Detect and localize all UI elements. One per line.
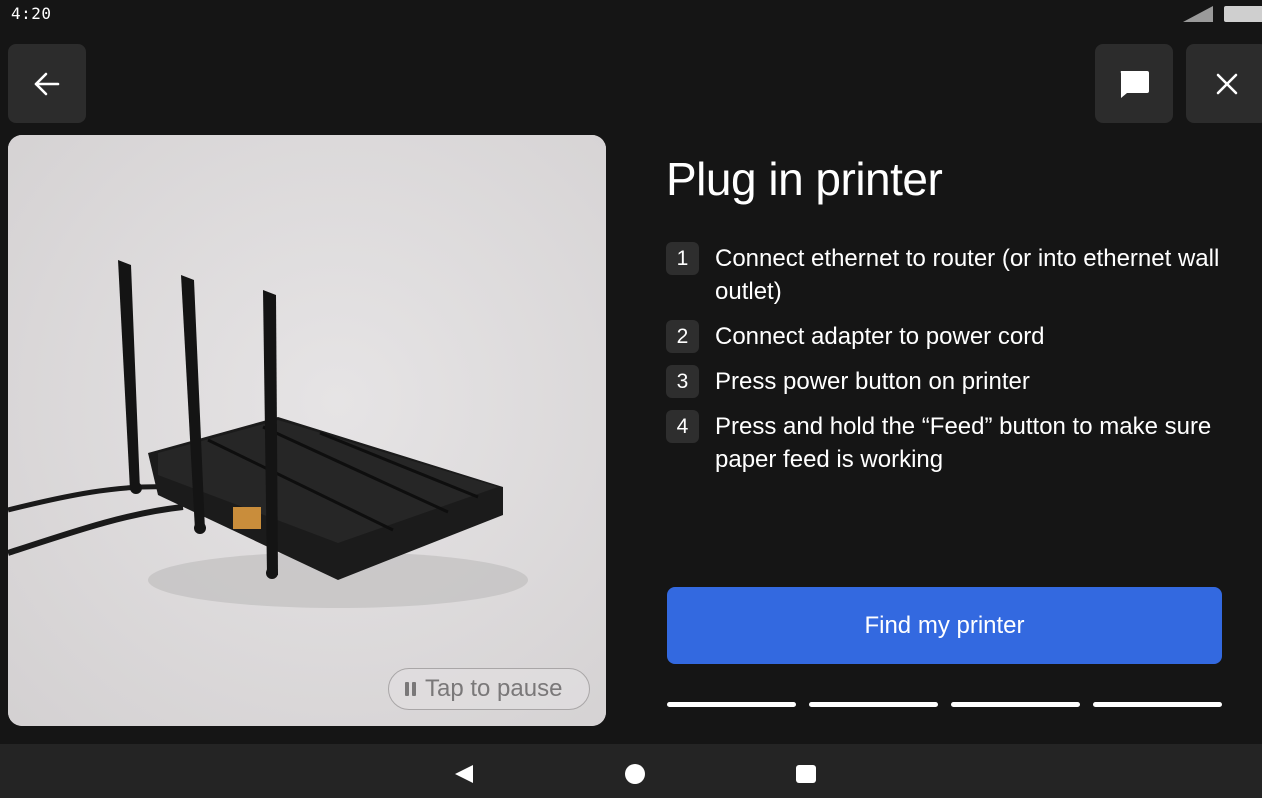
chat-button[interactable] [1095, 44, 1173, 123]
status-time: 4:20 [11, 4, 52, 23]
progress-segment [667, 702, 796, 707]
step-number: 2 [666, 320, 699, 353]
router-video[interactable]: Tap to pause [8, 135, 606, 726]
step-progress [667, 702, 1222, 707]
progress-segment [1093, 702, 1222, 707]
battery-icon [1224, 6, 1262, 22]
system-nav-bar [0, 744, 1262, 798]
progress-segment [809, 702, 938, 707]
router-illustration [8, 135, 606, 726]
find-printer-button[interactable]: Find my printer [667, 587, 1222, 664]
close-button[interactable] [1186, 44, 1262, 123]
back-button[interactable] [8, 44, 86, 123]
step-number: 1 [666, 242, 699, 275]
nav-home-icon[interactable] [625, 764, 645, 784]
progress-segment [951, 702, 1080, 707]
pause-icon [405, 682, 416, 696]
step-item: 3 Press power button on printer [666, 365, 1226, 398]
nav-recents-icon[interactable] [796, 765, 816, 783]
step-number: 3 [666, 365, 699, 398]
pause-label: Tap to pause [425, 675, 563, 702]
nav-back-icon[interactable] [455, 765, 473, 783]
signal-icon [1183, 6, 1213, 22]
arrow-left-icon [34, 72, 60, 95]
pause-button[interactable]: Tap to pause [388, 668, 590, 710]
step-item: 4 Press and hold the “Feed” button to ma… [666, 410, 1226, 476]
close-icon [1216, 73, 1238, 94]
chat-bubble-icon [1120, 70, 1149, 98]
page-title: Plug in printer [666, 153, 943, 205]
step-text: Press and hold the “Feed” button to make… [715, 413, 1212, 473]
step-text: Press power button on printer [715, 368, 1030, 395]
step-text: Connect ethernet to router (or into ethe… [715, 245, 1220, 305]
instruction-list: 1 Connect ethernet to router (or into et… [666, 242, 1226, 476]
step-item: 2 Connect adapter to power cord [666, 320, 1226, 353]
status-bar: 4:20 [0, 0, 1262, 28]
step-item: 1 Connect ethernet to router (or into et… [666, 242, 1226, 308]
step-text: Connect adapter to power cord [715, 323, 1045, 350]
step-number: 4 [666, 410, 699, 443]
